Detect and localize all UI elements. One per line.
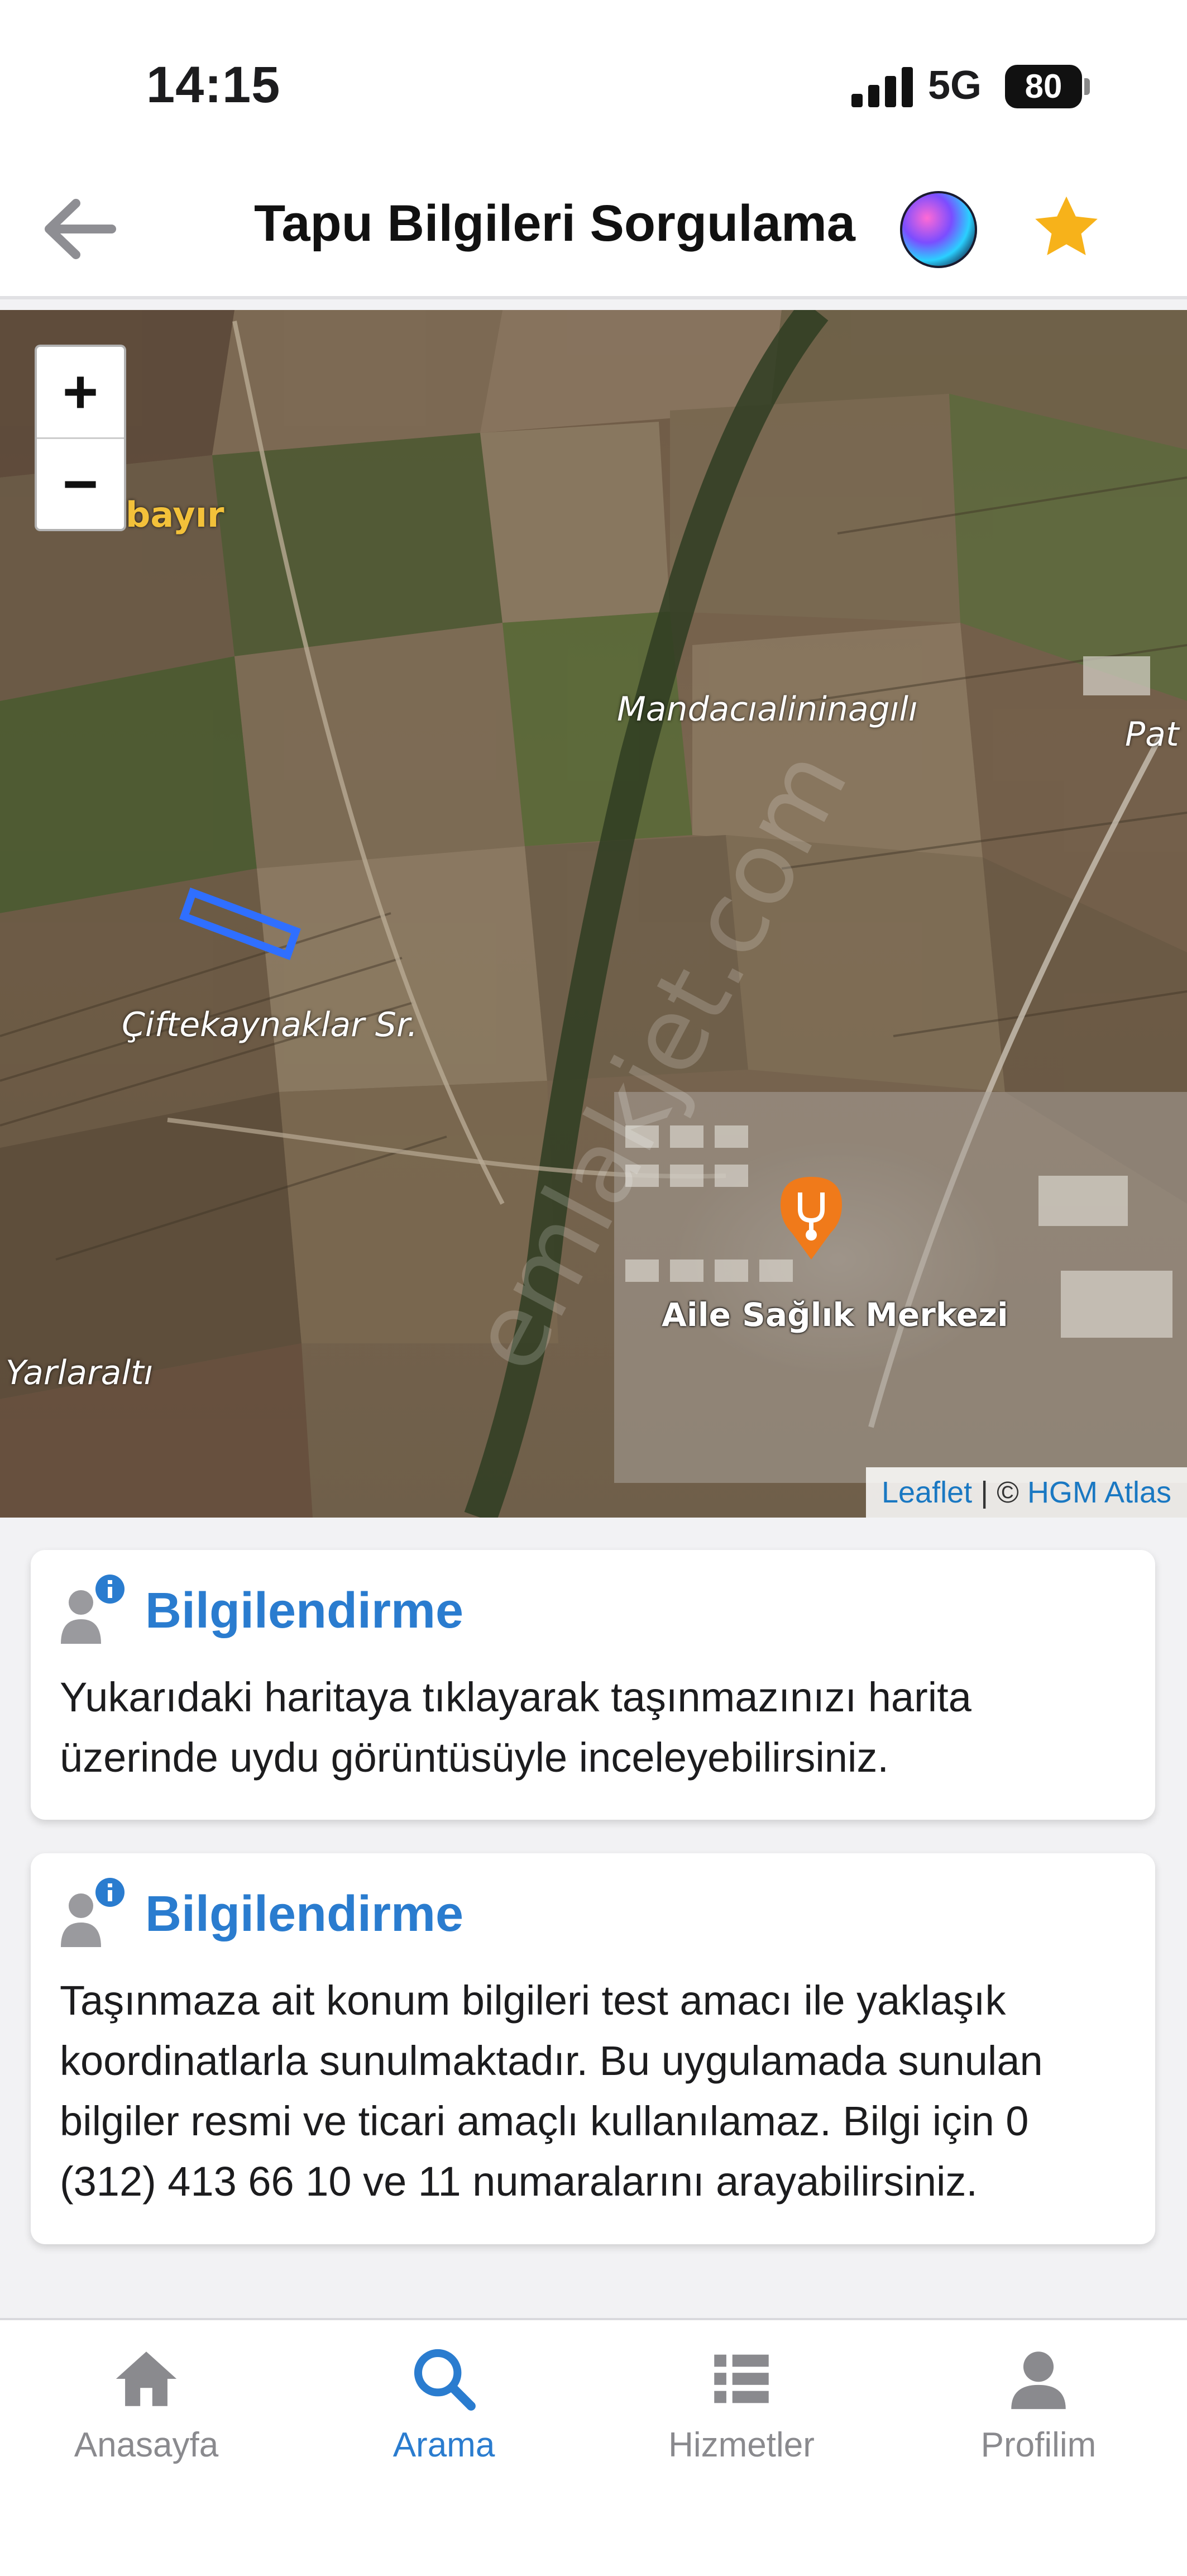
map-imagery xyxy=(0,310,1187,1518)
satellite-map[interactable]: + − bayır Mandacıalininagılı Pat Çifteka… xyxy=(0,310,1187,1518)
network-type: 5G xyxy=(928,63,982,108)
leaflet-link[interactable]: Leaflet xyxy=(882,1476,972,1509)
card-text: Taşınmaza ait konum bilgileri test amacı… xyxy=(60,1977,1043,2205)
map-label-bayir: bayır xyxy=(126,494,224,535)
search-icon xyxy=(414,2349,476,2411)
map-label-yarlaralti: Yarlaraltı xyxy=(6,1353,154,1392)
nav-item-hizmetler[interactable]: Hizmetler xyxy=(630,2343,853,2488)
map-label-health-center: Aile Sağlık Merkezi xyxy=(662,1296,1008,1334)
nav-label: Hizmetler xyxy=(668,2426,815,2464)
map-label-mandacialininagili: Mandacıalininagılı xyxy=(617,690,918,729)
back-button[interactable] xyxy=(45,195,117,263)
user-icon xyxy=(1011,2351,1066,2410)
home-icon xyxy=(116,2351,177,2406)
zoom-out-button[interactable]: − xyxy=(37,439,124,529)
map-label-ciftekaynaklar: Çiftekaynaklar Sr. xyxy=(122,1005,418,1044)
nav-label: Profilim xyxy=(980,2426,1097,2464)
battery-cap xyxy=(1084,78,1090,95)
user-info-icon xyxy=(61,1575,125,1644)
card-text: Yukarıdaki haritaya tıklayarak taşınmazı… xyxy=(60,1674,971,1781)
nav-label: Arama xyxy=(393,2426,495,2464)
card-title: Bilgilendirme xyxy=(145,1583,464,1639)
nav-item-profilim[interactable]: Profilim xyxy=(927,2343,1150,2488)
star-icon xyxy=(1035,196,1098,255)
favorite-button[interactable] xyxy=(1030,191,1103,264)
nav-item-anasayfa[interactable]: Anasayfa xyxy=(35,2343,258,2488)
zoom-control: + − xyxy=(35,345,126,531)
signal-icon xyxy=(851,67,913,107)
status-bar: 14:15 5G 80 xyxy=(0,0,1187,162)
page-title: Tapu Bilgileri Sorgulama xyxy=(254,195,855,252)
info-card: Bilgilendirme Yukarıdaki haritaya tıklay… xyxy=(31,1550,1155,1820)
health-center-pin-icon[interactable] xyxy=(781,1177,842,1261)
map-label-pat: Pat xyxy=(1125,715,1179,754)
user-info-icon xyxy=(61,1878,125,1947)
card-title: Bilgilendirme xyxy=(145,1886,464,1942)
attribution-separator: | © xyxy=(972,1476,1027,1509)
status-time: 14:15 xyxy=(146,56,281,113)
map-attribution: Leaflet | © HGM Atlas xyxy=(865,1467,1187,1518)
bottom-navigation: Anasayfa Arama Hizmetler Profilim xyxy=(0,2318,1187,2576)
arrow-left-icon xyxy=(45,199,116,259)
nav-item-arama[interactable]: Arama xyxy=(332,2343,556,2488)
battery-icon: 80 xyxy=(1005,65,1082,108)
hgm-atlas-link[interactable]: HGM Atlas xyxy=(1027,1476,1171,1509)
app-header: Tapu Bilgileri Sorgulama xyxy=(0,162,1187,299)
zoom-in-button[interactable]: + xyxy=(37,347,124,439)
nav-label: Anasayfa xyxy=(74,2426,219,2464)
siri-icon[interactable] xyxy=(900,191,977,268)
list-icon xyxy=(714,2354,769,2403)
info-card: Bilgilendirme Taşınmaza ait konum bilgil… xyxy=(31,1853,1155,2244)
